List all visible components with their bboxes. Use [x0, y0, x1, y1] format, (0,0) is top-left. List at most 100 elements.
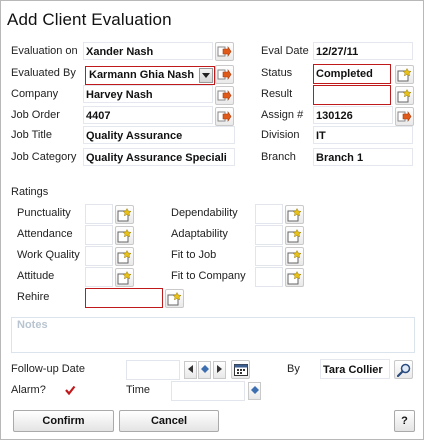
notes-placeholder: Notes — [17, 319, 48, 331]
rating-input-fit-to-company[interactable] — [255, 267, 283, 287]
lookup-arrow-icon — [397, 110, 412, 123]
pick-list-icon — [117, 228, 132, 243]
rating-input-fit-to-job[interactable] — [255, 246, 283, 266]
rating-pick-button[interactable] — [285, 247, 304, 266]
job-order-field[interactable]: 4407 — [83, 106, 213, 124]
evaluated-by-select[interactable]: Karmann Ghia Nash — [85, 66, 215, 85]
company-label: Company — [11, 88, 59, 100]
rehire-input[interactable] — [85, 288, 163, 308]
diamond-icon — [250, 385, 259, 397]
rating-label-punctuality: Punctuality — [17, 207, 71, 219]
rating-input-attendance[interactable] — [85, 225, 113, 245]
rating-pick-button[interactable] — [115, 268, 134, 287]
calendar-button[interactable] — [231, 360, 250, 379]
pick-list-icon — [117, 207, 132, 222]
job-category-label: Job Category — [11, 151, 77, 163]
eval-date-field[interactable]: 12/27/11 — [313, 42, 413, 60]
status-pick-button[interactable] — [395, 65, 414, 84]
evaluation-on-lookup-button[interactable] — [215, 42, 234, 61]
arrow-left-icon — [187, 364, 194, 376]
rating-pick-button[interactable] — [115, 247, 134, 266]
lookup-arrow-icon — [217, 68, 232, 81]
pick-list-icon — [287, 270, 302, 285]
alarm-label: Alarm? — [11, 384, 46, 396]
pick-list-icon — [397, 67, 412, 82]
lookup-arrow-icon — [217, 110, 232, 123]
date-prev-button[interactable] — [184, 361, 197, 379]
rating-input-dependability[interactable] — [255, 204, 283, 224]
confirm-button[interactable]: Confirm — [13, 410, 114, 432]
page-title: Add Client Evaluation — [7, 10, 172, 29]
followup-date-input[interactable] — [126, 360, 180, 380]
rating-pick-button[interactable] — [285, 205, 304, 224]
arrow-right-icon — [216, 364, 223, 376]
assign-label: Assign # — [261, 109, 304, 121]
by-search-button[interactable] — [394, 360, 413, 379]
assign-field[interactable]: 130126 — [313, 106, 393, 124]
job-title-field: Quality Assurance — [83, 126, 235, 144]
assign-lookup-button[interactable] — [395, 107, 414, 126]
by-field[interactable]: Tara Collier — [320, 359, 390, 379]
evaluation-on-field[interactable]: Xander Nash — [83, 42, 213, 60]
pick-list-icon — [287, 228, 302, 243]
checkmark-icon — [64, 385, 76, 399]
lookup-arrow-icon — [217, 89, 232, 102]
rating-pick-button[interactable] — [115, 205, 134, 224]
rating-label-attendance: Attendance — [17, 228, 73, 240]
followup-date-label: Follow-up Date — [11, 363, 85, 375]
rehire-label: Rehire — [17, 291, 50, 303]
job-title-label: Job Title — [11, 129, 52, 141]
by-label: By — [287, 363, 300, 375]
rating-pick-button[interactable] — [115, 226, 134, 245]
rating-label-adaptability: Adaptability — [171, 228, 228, 240]
job-order-lookup-button[interactable] — [215, 107, 234, 126]
rating-input-punctuality[interactable] — [85, 204, 113, 224]
rating-pick-button[interactable] — [285, 226, 304, 245]
rating-label-fit-to-job: Fit to Job — [171, 249, 217, 261]
company-field[interactable]: Harvey Nash — [83, 85, 213, 103]
division-field: IT — [313, 126, 413, 144]
date-today-button[interactable] — [198, 361, 211, 379]
lookup-arrow-icon — [217, 45, 232, 58]
evaluation-on-label: Evaluation on — [11, 45, 78, 57]
rating-label-attitude: Attitude — [17, 270, 55, 282]
dialog: Add Client Evaluation Evaluation on Xand… — [0, 0, 424, 440]
result-pick-button[interactable] — [395, 86, 414, 105]
calendar-icon — [233, 363, 248, 376]
magnifier-icon — [396, 363, 411, 377]
rehire-pick-button[interactable] — [165, 289, 184, 308]
rating-input-attitude[interactable] — [85, 267, 113, 287]
pick-list-icon — [117, 249, 132, 264]
status-field[interactable]: Completed — [313, 64, 391, 84]
help-button[interactable]: ? — [394, 410, 415, 432]
date-next-button[interactable] — [213, 361, 226, 379]
evaluated-by-value: Karmann Ghia Nash — [89, 69, 195, 81]
branch-field: Branch 1 — [313, 148, 413, 166]
pick-list-icon — [167, 291, 182, 306]
result-label: Result — [261, 88, 293, 100]
cancel-button[interactable]: Cancel — [119, 410, 219, 432]
rating-pick-button[interactable] — [285, 268, 304, 287]
company-lookup-button[interactable] — [215, 86, 234, 105]
diamond-icon — [200, 364, 209, 376]
rating-input-work-quality[interactable] — [85, 246, 113, 266]
evaluated-by-label: Evaluated By — [11, 67, 76, 79]
alarm-checkbox[interactable] — [64, 384, 76, 396]
pick-list-icon — [287, 207, 302, 222]
rating-input-adaptability[interactable] — [255, 225, 283, 245]
time-label: Time — [126, 384, 151, 396]
rating-label-fit-to-company: Fit to Company — [171, 270, 246, 282]
time-now-button[interactable] — [248, 382, 261, 400]
time-input[interactable] — [171, 381, 245, 401]
notes-textarea[interactable]: Notes — [11, 317, 415, 353]
dropdown-arrow-icon[interactable] — [199, 68, 213, 83]
job-order-label: Job Order — [11, 109, 60, 121]
ratings-heading: Ratings — [11, 186, 49, 198]
result-field[interactable] — [313, 85, 391, 105]
pick-list-icon — [397, 88, 412, 103]
eval-date-label: Eval Date — [261, 45, 309, 57]
pick-list-icon — [117, 270, 132, 285]
evaluated-by-lookup-button[interactable] — [215, 65, 234, 84]
division-label: Division — [261, 129, 300, 141]
status-label: Status — [261, 67, 293, 79]
